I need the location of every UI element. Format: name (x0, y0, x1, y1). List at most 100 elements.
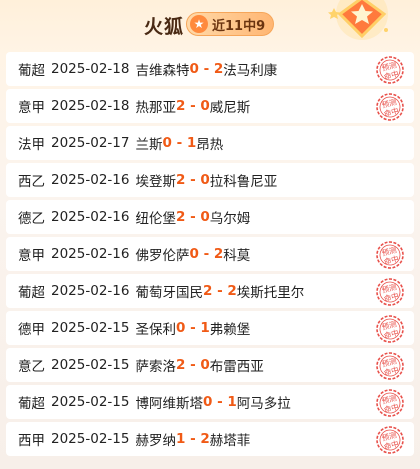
match-score-separator: - (185, 172, 201, 188)
match-league: 意乙 (18, 359, 45, 375)
match-away-team: 布雷西亚 (209, 359, 264, 375)
match-home-team: 萨索洛 (135, 359, 176, 375)
match-row[interactable]: 意甲 2025-02-18 热那亚 2 - 0 威尼斯 预测 命中 (6, 89, 414, 123)
match-date: 2025-02-18 (51, 61, 130, 77)
match-home-score: 2 (175, 357, 186, 373)
prediction-hit-stamp: 预测命中 (376, 278, 404, 306)
match-list: 葡超 2025-02-18 吉维森特 0 - 2 法马利康 预测 命中 意甲 2025-02-1… (6, 52, 414, 459)
match-score-separator: - (185, 357, 201, 373)
match-away-score: 0 (200, 357, 210, 373)
match-score-separator: - (212, 283, 228, 299)
match-league: 西甲 (18, 433, 45, 449)
prediction-hit-stamp: 预测命中 (376, 93, 404, 121)
match-row[interactable]: 德乙 2025-02-16 纽伦堡 2 - 0 乌尔姆 (6, 200, 414, 234)
match-row[interactable]: 意乙 2025-02-15 萨索洛 2 - 0 布雷西亚 预测 命中 (6, 348, 414, 382)
match-away-team: 法马利康 (223, 63, 278, 79)
match-score-separator: - (212, 394, 228, 410)
match-league: 西乙 (18, 174, 45, 190)
match-away-score: 0 (200, 98, 210, 114)
match-league: 葡超 (18, 285, 45, 301)
match-league: 意甲 (18, 248, 45, 264)
match-league: 德乙 (18, 211, 45, 227)
match-date: 2025-02-15 (51, 357, 130, 373)
match-row[interactable]: 法甲 2025-02-17 兰斯 0 - 1 昂热 (6, 126, 414, 160)
prediction-hit-stamp: 预测命中 (376, 426, 404, 454)
record-text: 近11中9 (212, 18, 266, 34)
header: 火狐 ★ 近11中9 (0, 0, 420, 48)
match-away-score: 2 (213, 61, 224, 77)
match-home-score: 1 (175, 431, 186, 447)
match-away-team: 威尼斯 (209, 100, 251, 116)
match-league: 意甲 (18, 100, 45, 116)
match-away-team: 弗赖堡 (209, 322, 251, 338)
match-home-team: 兰斯 (135, 137, 163, 153)
match-away-team: 拉科鲁尼亚 (209, 174, 278, 190)
match-home-team: 圣保利 (135, 322, 176, 338)
match-away-score: 2 (213, 246, 224, 262)
match-away-team: 科莫 (223, 248, 251, 264)
match-row[interactable]: 意甲 2025-02-16 佛罗伦萨 0 - 2 科莫 预测 命中 (6, 237, 414, 271)
match-home-team: 赫罗纳 (135, 433, 176, 449)
prediction-hit-stamp: 预测命中 (376, 241, 404, 269)
match-date: 2025-02-16 (51, 283, 130, 299)
match-row[interactable]: 西乙 2025-02-16 埃登斯 2 - 0 拉科鲁尼亚 (6, 163, 414, 197)
match-away-team: 埃斯托里尔 (236, 285, 305, 301)
match-date: 2025-02-15 (51, 320, 130, 336)
match-date: 2025-02-15 (51, 431, 130, 447)
match-home-score: 0 (175, 320, 186, 336)
prediction-hit-stamp: 预测命中 (376, 315, 404, 343)
match-home-team: 佛罗伦萨 (135, 248, 190, 264)
match-score-separator: - (185, 98, 201, 114)
match-date: 2025-02-18 (51, 98, 130, 114)
match-row[interactable]: 西甲 2025-02-15 赫罗纳 1 - 2 赫塔菲 预测 命中 (6, 422, 414, 456)
match-home-team: 葡萄牙国民 (135, 285, 203, 301)
match-score-separator: - (185, 431, 201, 447)
match-league: 德甲 (18, 322, 45, 338)
match-score-separator: - (198, 61, 214, 77)
page-title: 火狐 (144, 16, 185, 38)
match-row[interactable]: 葡超 2025-02-15 博阿维斯塔 0 - 1 阿马多拉 预测 命中 (6, 385, 414, 419)
match-away-score: 2 (200, 431, 210, 447)
match-date: 2025-02-16 (51, 172, 130, 188)
match-row[interactable]: 葡超 2025-02-18 吉维森特 0 - 2 法马利康 预测 命中 (6, 52, 414, 86)
match-row[interactable]: 德甲 2025-02-15 圣保利 0 - 1 弗赖堡 预测 命中 (6, 311, 414, 345)
match-home-score: 2 (175, 172, 186, 188)
match-date: 2025-02-16 (51, 209, 130, 225)
match-away-score: 1 (227, 394, 237, 410)
match-away-score: 1 (200, 320, 210, 336)
record-badge: ★ 近11中9 (186, 12, 275, 36)
match-date: 2025-02-16 (51, 246, 130, 262)
match-away-team: 乌尔姆 (209, 211, 251, 227)
match-away-team: 阿马多拉 (236, 396, 291, 412)
medal-icon (328, 0, 388, 40)
match-home-score: 0 (162, 135, 172, 151)
match-away-team: 昂热 (196, 137, 224, 153)
match-home-team: 吉维森特 (135, 63, 190, 79)
match-row[interactable]: 葡超 2025-02-16 葡萄牙国民 2 - 2 埃斯托里尔 预测 命中 (6, 274, 414, 308)
match-home-team: 纽伦堡 (135, 211, 176, 227)
prediction-hit-stamp: 预测命中 (376, 352, 404, 380)
match-home-score: 2 (202, 283, 213, 299)
match-home-score: 2 (175, 98, 186, 114)
match-away-score: 0 (200, 209, 210, 225)
match-score-separator: - (185, 209, 201, 225)
match-date: 2025-02-17 (51, 135, 130, 151)
match-home-score: 0 (189, 61, 199, 77)
match-home-score: 0 (189, 246, 199, 262)
match-home-score: 2 (175, 209, 186, 225)
match-home-team: 博阿维斯塔 (135, 396, 203, 412)
match-away-score: 1 (186, 135, 197, 151)
match-home-team: 埃登斯 (135, 174, 176, 190)
star-icon: ★ (190, 15, 208, 33)
match-away-score: 0 (200, 172, 210, 188)
match-home-team: 热那亚 (135, 100, 176, 116)
prediction-hit-stamp: 预测命中 (376, 56, 404, 84)
match-date: 2025-02-15 (51, 394, 130, 410)
match-league: 葡超 (18, 63, 45, 79)
match-score-separator: - (185, 320, 201, 336)
match-league: 法甲 (18, 137, 45, 153)
match-away-score: 2 (227, 283, 237, 299)
prediction-hit-stamp: 预测命中 (376, 389, 404, 417)
match-score-separator: - (198, 246, 214, 262)
match-home-score: 0 (202, 394, 213, 410)
